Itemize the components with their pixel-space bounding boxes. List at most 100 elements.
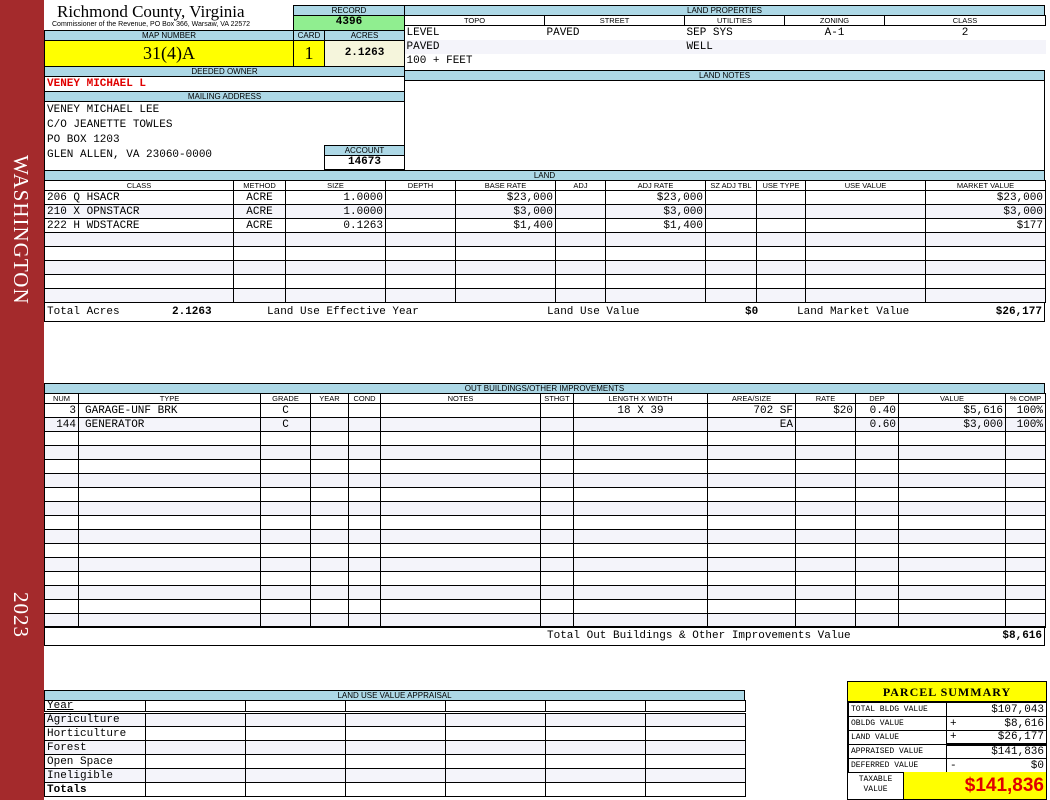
table-cell [645,782,746,797]
table-cell [380,529,541,544]
table-cell [605,260,706,275]
table-cell [573,585,708,600]
table-cell [705,232,757,247]
table-cell [555,260,606,275]
table-cell: GENERATOR [78,417,261,432]
table-cell [380,473,541,488]
table-cell [555,190,606,205]
column-header: BASE RATE [455,180,556,191]
table-cell [260,571,311,586]
table-cell [898,543,1006,558]
table-cell [1005,557,1046,572]
table-cell [785,54,885,68]
table-cell [260,445,311,460]
row-label: Agriculture [44,712,146,727]
table-cell [455,274,556,289]
table-cell [44,459,79,474]
table-cell [445,768,546,783]
table-cell [805,260,926,275]
table-cell [385,246,456,261]
table-cell [310,571,349,586]
table-cell [795,515,856,530]
record-value: 4396 [293,16,405,31]
table-cell [445,782,546,797]
table-cell: 210 X OPNSTACR [44,204,234,219]
empty-row [44,543,1046,558]
table-cell [605,274,706,289]
table-cell [310,501,349,516]
table-cell [545,782,646,797]
column-header: RATE [795,393,856,404]
empty-row [44,274,1046,289]
table-cell [348,403,381,418]
table-cell [885,54,1046,68]
table-cell: C [260,403,311,418]
table-cell [573,571,708,586]
table-cell [260,515,311,530]
table-cell: WELL [684,39,785,54]
table-cell [898,585,1006,600]
table-cell [884,39,1046,54]
table-cell [756,218,806,233]
table-cell [898,599,1006,614]
table-cell [605,288,706,303]
table-cell [707,501,796,516]
table-cell [855,529,899,544]
table-cell [898,571,1006,586]
table-cell [44,543,79,558]
table-cell [707,529,796,544]
column-header: TOPO [404,15,545,26]
empty-row [44,599,1046,614]
table-cell [707,571,796,586]
table-cell [540,599,574,614]
year-row: Year [44,700,746,714]
table-cell [756,246,806,261]
table-cell [145,740,246,755]
table-cell [385,274,456,289]
record-label: RECORD [293,5,405,16]
summary-value-cell: $107,043 [946,702,1047,717]
table-cell [925,274,1046,289]
table-cell [898,431,1006,446]
table-cell [455,232,556,247]
table-cell [310,487,349,502]
use-value: $0 [745,306,759,318]
summary-label: DEFERRED VALUE [848,758,947,773]
table-cell [756,260,806,275]
table-cell [705,204,757,219]
card-value: 1 [293,41,325,67]
table-cell [1005,585,1046,600]
summary-row: TOTAL BLDG VALUE $107,043 [848,702,1047,717]
table-cell [545,712,646,727]
table-cell [78,459,261,474]
table-cell [898,459,1006,474]
parcel-summary: PARCEL SUMMARY TOTAL BLDG VALUE $107,043 O… [847,681,1047,800]
table-cell: $1,400 [455,218,556,233]
table-cell: 0.40 [855,403,899,418]
table-cell [348,529,381,544]
empty-row [44,515,1046,530]
table-cell [78,445,261,460]
summary-value-cell: + $8,616 [946,716,1047,731]
table-cell [445,740,546,755]
table-cell [44,557,79,572]
table-row: 3 GARAGE-UNF BRK C 18 X 39 702 SF $20 0.40 $5,6… [44,403,1046,418]
table-cell [44,585,79,600]
empty-row [44,232,1046,247]
table-cell [345,726,446,741]
table-cell: EA [707,417,796,432]
table-cell [78,543,261,558]
table-cell [445,726,546,741]
table-cell [540,543,574,558]
table-cell [380,403,541,418]
table-cell [78,515,261,530]
table-cell [348,501,381,516]
column-header: STREET [544,15,685,26]
table-cell [855,431,899,446]
table-cell [78,473,261,488]
table-cell [44,599,79,614]
table-cell [380,459,541,474]
header-row: CLASS METHOD SIZE DEPTH BASE RATE ADJ ADJ RATE… [44,180,1046,191]
table-cell [310,459,349,474]
table-cell [44,501,79,516]
